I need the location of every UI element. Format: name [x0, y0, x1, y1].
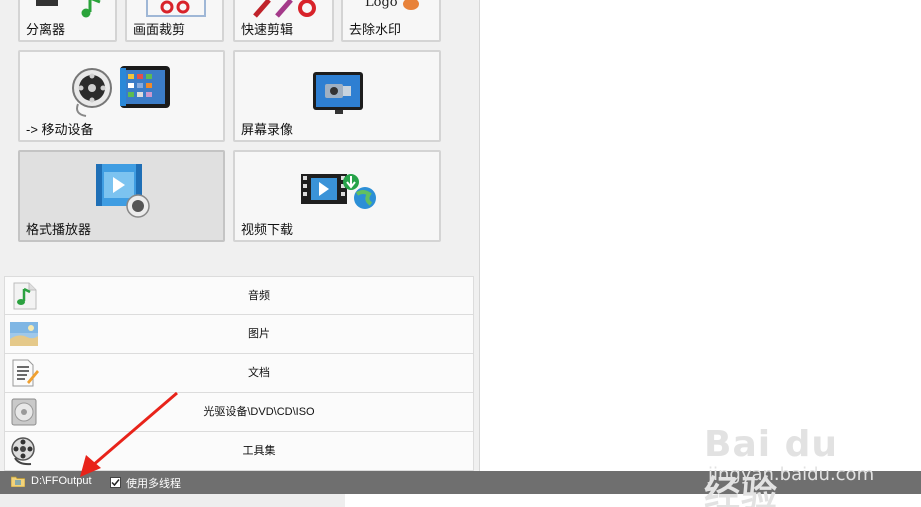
tile-mobile-device[interactable]: -> 移动设备: [18, 50, 225, 142]
watermark-sub: jingyan.baidu.com: [708, 464, 875, 485]
tile-label: 分离器: [26, 22, 66, 37]
multithread-label: 使用多线程: [126, 478, 181, 490]
tile-quick-cut[interactable]: 快速剪辑: [233, 0, 334, 42]
tile-splitter[interactable]: 分离器: [18, 0, 117, 42]
tile-label: 画面裁剪: [133, 22, 186, 37]
list-item-label: 工具集: [242, 445, 276, 457]
screen-camera-icon: [313, 72, 363, 114]
checkmark-icon: [111, 479, 120, 487]
video-player-icon: [96, 164, 150, 218]
music-note-icon: [13, 282, 37, 310]
category-list: 音频 图片 文档 光驱设备\DVD\CD\ISO 工具集: [4, 276, 474, 471]
folder-icon[interactable]: [11, 476, 25, 487]
tile-screen-record[interactable]: 屏幕录像: [233, 50, 441, 142]
tile-label: 快速剪辑: [241, 22, 294, 37]
baidu-watermark: Bai du 经验 jingyan.baidu.com: [704, 424, 884, 507]
list-item-label: 音频: [248, 290, 270, 302]
tile-crop[interactable]: 画面裁剪: [125, 0, 224, 42]
tile-label: 去除水印: [349, 22, 402, 37]
list-item-label: 图片: [248, 328, 270, 340]
tile-label: -> 移动设备: [26, 122, 94, 137]
list-item-document[interactable]: 文档: [4, 354, 474, 393]
film-download-icon: [301, 174, 376, 209]
preview-area: [481, 0, 921, 471]
disc-icon: [11, 398, 37, 426]
tile-label: 屏幕录像: [241, 122, 294, 137]
eraser-icon: [403, 0, 419, 10]
film-reel-icon: [11, 437, 35, 466]
music-split-icon: [36, 0, 101, 18]
scissors-icon: [253, 0, 316, 18]
list-item-audio[interactable]: 音频: [4, 276, 474, 315]
list-item-label: 光驱设备\DVD\CD\ISO: [203, 406, 315, 418]
tile-format-player[interactable]: 格式播放器: [18, 150, 225, 242]
bottom-strip: [0, 494, 345, 507]
list-item-toolbox[interactable]: 工具集: [4, 432, 474, 471]
multithread-checkbox[interactable]: [110, 477, 121, 488]
list-item-picture[interactable]: 图片: [4, 315, 474, 354]
list-item-disc[interactable]: 光驱设备\DVD\CD\ISO: [4, 393, 474, 432]
tile-label: 格式播放器: [26, 222, 92, 237]
tile-video-download[interactable]: 视频下载: [233, 150, 441, 242]
document-icon: [12, 359, 39, 387]
tile-remove-watermark[interactable]: Logo 去除水印: [341, 0, 441, 42]
output-path[interactable]: D:\FFOutput: [31, 475, 92, 487]
film-to-phone-icon: [72, 66, 170, 117]
list-item-label: 文档: [248, 367, 270, 379]
tile-label: 视频下载: [241, 222, 294, 237]
picture-icon: [10, 322, 38, 346]
logo-text: Logo: [365, 0, 398, 10]
scissors-crop-icon: [146, 0, 206, 17]
tool-panel: 分离器 画面裁剪 快速剪辑 Logo 去除水印 -> 移动设备 屏幕录像 格式播…: [0, 0, 480, 471]
